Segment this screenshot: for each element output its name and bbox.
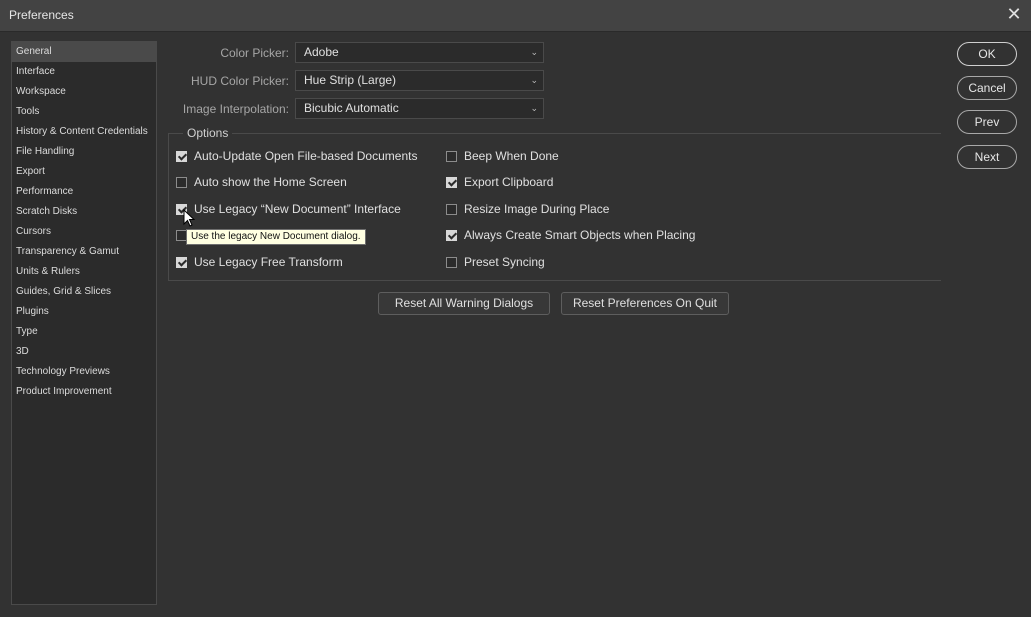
reset-preferences-on-quit-button[interactable]: Reset Preferences On Quit: [561, 292, 729, 315]
chevron-down-icon: ⌄: [530, 75, 538, 85]
sidebar-item-type[interactable]: Type: [12, 322, 156, 342]
mouse-cursor-icon: [183, 209, 195, 227]
color-picker-value: Adobe: [304, 45, 339, 59]
hud-color-picker-select[interactable]: Hue Strip (Large) ⌄: [295, 70, 544, 91]
sidebar-item-plugins[interactable]: Plugins: [12, 302, 156, 322]
window-title: Preferences: [9, 8, 74, 22]
sidebar-item-cursors[interactable]: Cursors: [12, 222, 156, 242]
sidebar-item-workspace[interactable]: Workspace: [12, 82, 156, 102]
sidebar-item-guides[interactable]: Guides, Grid & Slices: [12, 282, 156, 302]
sidebar-item-transparency[interactable]: Transparency & Gamut: [12, 242, 156, 262]
reset-warning-dialogs-button[interactable]: Reset All Warning Dialogs: [378, 292, 550, 315]
checkbox-checked-icon: [176, 257, 187, 268]
checkbox-label: Auto show the Home Screen: [194, 175, 347, 189]
sidebar-item-units-rulers[interactable]: Units & Rulers: [12, 262, 156, 282]
sidebar-item-3d[interactable]: 3D: [12, 342, 156, 362]
preferences-sidebar: General Interface Workspace Tools Histor…: [11, 41, 157, 605]
sidebar-item-performance[interactable]: Performance: [12, 182, 156, 202]
chevron-down-icon: ⌄: [530, 103, 538, 113]
checkbox-label: Export Clipboard: [464, 175, 554, 189]
checkbox-unchecked-icon: [176, 177, 187, 188]
sidebar-item-general[interactable]: General: [12, 42, 156, 62]
cancel-button[interactable]: Cancel: [957, 76, 1017, 100]
sidebar-item-export[interactable]: Export: [12, 162, 156, 182]
checkbox-unchecked-icon: [446, 257, 457, 268]
options-group-title: Options: [183, 126, 233, 140]
hud-color-picker-label: HUD Color Picker:: [190, 74, 289, 88]
image-interpolation-label: Image Interpolation:: [182, 102, 289, 116]
sidebar-item-product-improvement[interactable]: Product Improvement: [12, 382, 156, 402]
color-picker-row: Color Picker:: [168, 42, 289, 64]
sidebar-item-scratch-disks[interactable]: Scratch Disks: [12, 202, 156, 222]
checkbox-label: Always Create Smart Objects when Placing: [464, 228, 696, 242]
ok-button[interactable]: OK: [957, 42, 1017, 66]
sidebar-item-technology-previews[interactable]: Technology Previews: [12, 362, 156, 382]
hud-color-picker-value: Hue Strip (Large): [304, 73, 397, 87]
hud-color-picker-row: HUD Color Picker:: [168, 70, 289, 92]
title-bar: Preferences ✕: [0, 0, 1031, 32]
close-icon[interactable]: ✕: [1006, 5, 1022, 23]
tooltip: Use the legacy New Document dialog.: [186, 229, 366, 245]
chevron-down-icon: ⌄: [530, 47, 538, 57]
checkbox-label: Beep When Done: [464, 149, 559, 163]
color-picker-label: Color Picker:: [220, 46, 289, 60]
image-interpolation-row: Image Interpolation:: [168, 98, 289, 120]
color-picker-select[interactable]: Adobe ⌄: [295, 42, 544, 63]
image-interpolation-select[interactable]: Bicubic Automatic ⌄: [295, 98, 544, 119]
checkbox-unchecked-icon: [446, 151, 457, 162]
sidebar-item-tools[interactable]: Tools: [12, 102, 156, 122]
checkbox-label: Preset Syncing: [464, 255, 545, 269]
checkbox-label: Use Legacy “New Document” Interface: [194, 202, 401, 216]
checkbox-unchecked-icon: [446, 204, 457, 215]
sidebar-item-interface[interactable]: Interface: [12, 62, 156, 82]
checkbox-label: Auto-Update Open File-based Documents: [194, 149, 418, 163]
checkbox-checked-icon: [176, 151, 187, 162]
sidebar-item-file-handling[interactable]: File Handling: [12, 142, 156, 162]
image-interpolation-value: Bicubic Automatic: [304, 101, 399, 115]
checkbox-checked-icon: [446, 177, 457, 188]
next-button[interactable]: Next: [957, 145, 1017, 169]
checkbox-label: Resize Image During Place: [464, 202, 610, 216]
checkbox-label: Use Legacy Free Transform: [194, 255, 343, 269]
prev-button[interactable]: Prev: [957, 110, 1017, 134]
checkbox-checked-icon: [446, 230, 457, 241]
sidebar-item-history[interactable]: History & Content Credentials: [12, 122, 156, 142]
